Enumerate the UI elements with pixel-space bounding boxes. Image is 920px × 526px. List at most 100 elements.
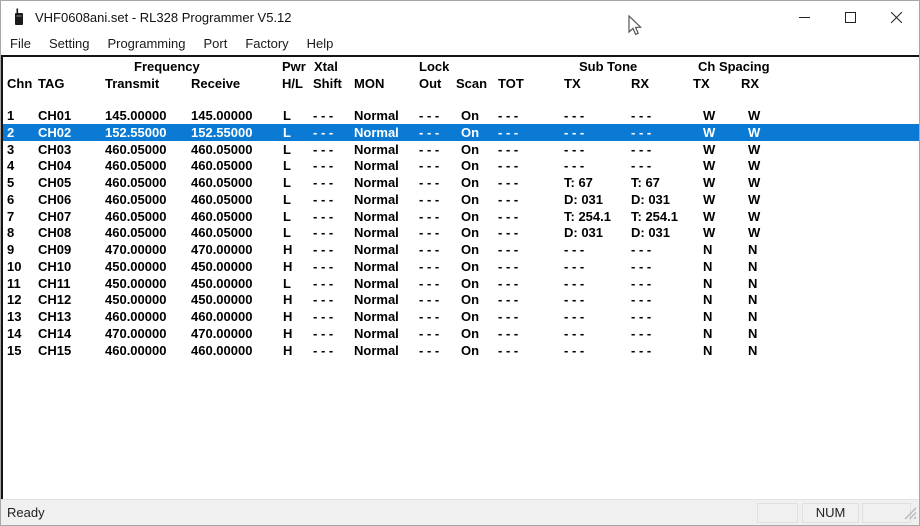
cell-receive[interactable]: 450.00000 (191, 258, 252, 275)
cell-pwr[interactable]: L (283, 174, 291, 191)
cell-chn[interactable]: 10 (7, 258, 21, 275)
cell-pwr[interactable]: H (283, 325, 292, 342)
cell-pwr[interactable]: H (283, 291, 292, 308)
cell-mon[interactable]: Normal (354, 141, 399, 158)
cell-subtone-tx[interactable]: - - - (564, 157, 584, 174)
cell-tag[interactable]: CH07 (38, 208, 71, 225)
cell-chn[interactable]: 6 (7, 191, 14, 208)
cell-transmit[interactable]: 460.05000 (105, 191, 166, 208)
cell-scan[interactable]: On (461, 157, 479, 174)
cell-spacing-rx[interactable]: W (748, 224, 760, 241)
cell-tag[interactable]: CH11 (38, 275, 71, 292)
cell-shift[interactable]: - - - (313, 157, 333, 174)
cell-shift[interactable]: - - - (313, 191, 333, 208)
cell-lock-out[interactable]: - - - (419, 208, 439, 225)
cell-subtone-rx[interactable]: - - - (631, 258, 651, 275)
cell-chn[interactable]: 2 (7, 124, 14, 141)
maximize-button[interactable] (827, 1, 873, 33)
cell-chn[interactable]: 11 (7, 275, 21, 292)
cell-tot[interactable]: - - - (498, 107, 518, 124)
cell-tag[interactable]: CH03 (38, 141, 71, 158)
cell-subtone-tx[interactable]: - - - (564, 275, 584, 292)
cell-lock-out[interactable]: - - - (419, 275, 439, 292)
cell-subtone-tx[interactable]: - - - (564, 342, 584, 359)
cell-mon[interactable]: Normal (354, 258, 399, 275)
cell-subtone-tx[interactable]: - - - (564, 258, 584, 275)
table-row[interactable]: 5CH05460.05000460.05000L- - -Normal- - -… (3, 174, 919, 191)
cell-spacing-tx[interactable]: N (703, 325, 712, 342)
cell-tot[interactable]: - - - (498, 157, 518, 174)
cell-mon[interactable]: Normal (354, 208, 399, 225)
cell-spacing-rx[interactable]: W (748, 107, 760, 124)
cell-pwr[interactable]: H (283, 308, 292, 325)
cell-lock-out[interactable]: - - - (419, 124, 439, 141)
cell-pwr[interactable]: L (283, 275, 291, 292)
cell-shift[interactable]: - - - (313, 291, 333, 308)
cell-mon[interactable]: Normal (354, 291, 399, 308)
cell-scan[interactable]: On (461, 208, 479, 225)
cell-shift[interactable]: - - - (313, 308, 333, 325)
cell-receive[interactable]: 460.05000 (191, 208, 252, 225)
cell-transmit[interactable]: 470.00000 (105, 325, 166, 342)
cell-lock-out[interactable]: - - - (419, 224, 439, 241)
cell-receive[interactable]: 460.05000 (191, 157, 252, 174)
cell-receive[interactable]: 450.00000 (191, 275, 252, 292)
cell-subtone-rx[interactable]: - - - (631, 308, 651, 325)
table-row[interactable]: 15CH15460.00000460.00000H- - -Normal- - … (3, 342, 919, 359)
cell-transmit[interactable]: 460.05000 (105, 141, 166, 158)
cell-mon[interactable]: Normal (354, 325, 399, 342)
cell-tot[interactable]: - - - (498, 342, 518, 359)
cell-mon[interactable]: Normal (354, 191, 399, 208)
cell-shift[interactable]: - - - (313, 174, 333, 191)
cell-pwr[interactable]: H (283, 241, 292, 258)
cell-pwr[interactable]: L (283, 157, 291, 174)
cell-chn[interactable]: 3 (7, 141, 14, 158)
cell-spacing-rx[interactable]: N (748, 291, 757, 308)
cell-tag[interactable]: CH09 (38, 241, 71, 258)
table-row[interactable]: 8CH08460.05000460.05000L- - -Normal- - -… (3, 224, 919, 241)
cell-transmit[interactable]: 145.00000 (105, 107, 166, 124)
cell-lock-out[interactable]: - - - (419, 157, 439, 174)
cell-spacing-tx[interactable]: N (703, 275, 712, 292)
cell-subtone-rx[interactable]: - - - (631, 291, 651, 308)
cell-mon[interactable]: Normal (354, 241, 399, 258)
cell-chn[interactable]: 13 (7, 308, 21, 325)
cell-subtone-tx[interactable]: - - - (564, 124, 584, 141)
cell-spacing-tx[interactable]: W (703, 191, 715, 208)
cell-receive[interactable]: 460.05000 (191, 174, 252, 191)
cell-scan[interactable]: On (461, 241, 479, 258)
cell-shift[interactable]: - - - (313, 275, 333, 292)
cell-scan[interactable]: On (461, 275, 479, 292)
close-button[interactable] (873, 1, 919, 33)
cell-tag[interactable]: CH06 (38, 191, 71, 208)
cell-receive[interactable]: 460.00000 (191, 308, 252, 325)
cell-spacing-tx[interactable]: W (703, 224, 715, 241)
cell-scan[interactable]: On (461, 124, 479, 141)
cell-receive[interactable]: 460.05000 (191, 224, 252, 241)
cell-subtone-rx[interactable]: - - - (631, 275, 651, 292)
cell-tot[interactable]: - - - (498, 141, 518, 158)
cell-tag[interactable]: CH12 (38, 291, 71, 308)
cell-scan[interactable]: On (461, 107, 479, 124)
cell-lock-out[interactable]: - - - (419, 174, 439, 191)
cell-spacing-rx[interactable]: N (748, 275, 757, 292)
cell-receive[interactable]: 460.05000 (191, 141, 252, 158)
cell-spacing-tx[interactable]: N (703, 258, 712, 275)
cell-lock-out[interactable]: - - - (419, 325, 439, 342)
cell-spacing-tx[interactable]: W (703, 174, 715, 191)
cell-lock-out[interactable]: - - - (419, 291, 439, 308)
table-row[interactable]: 9CH09470.00000470.00000H- - -Normal- - -… (3, 241, 919, 258)
cell-tot[interactable]: - - - (498, 191, 518, 208)
cell-tot[interactable]: - - - (498, 291, 518, 308)
cell-spacing-rx[interactable]: N (748, 325, 757, 342)
cell-shift[interactable]: - - - (313, 124, 333, 141)
cell-shift[interactable]: - - - (313, 224, 333, 241)
cell-spacing-rx[interactable]: W (748, 191, 760, 208)
cell-subtone-rx[interactable]: D: 031 (631, 191, 670, 208)
cell-spacing-tx[interactable]: W (703, 124, 715, 141)
cell-transmit[interactable]: 450.00000 (105, 258, 166, 275)
cell-tot[interactable]: - - - (498, 224, 518, 241)
cell-scan[interactable]: On (461, 342, 479, 359)
cell-shift[interactable]: - - - (313, 241, 333, 258)
cell-chn[interactable]: 15 (7, 342, 21, 359)
